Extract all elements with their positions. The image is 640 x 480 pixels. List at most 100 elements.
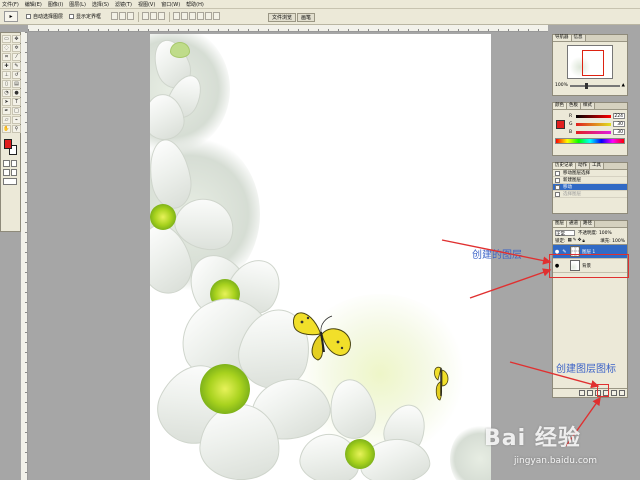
channel-value[interactable]: 224: [613, 113, 625, 119]
zoom-slider[interactable]: [569, 82, 620, 89]
horizontal-ruler[interactable]: [28, 25, 548, 32]
tab-color[interactable]: 颜色: [553, 103, 567, 109]
channel-slider[interactable]: [576, 130, 611, 134]
healing-brush-tool-icon[interactable]: ✚: [2, 62, 11, 70]
distribute-bottom-icon[interactable]: [189, 11, 197, 20]
full-screen-menu-icon[interactable]: [10, 169, 17, 176]
lock-image-icon[interactable]: ✎: [573, 238, 577, 243]
distribute-top-icon[interactable]: [173, 11, 181, 20]
checkbox-box[interactable]: [26, 14, 31, 19]
eraser-tool-icon[interactable]: ▯: [2, 80, 11, 88]
menu-view[interactable]: 视图(V): [138, 1, 155, 8]
history-item[interactable]: 选择图层: [553, 191, 627, 198]
distribute-hcenter-icon[interactable]: [205, 11, 213, 20]
tab-styles[interactable]: 样式: [581, 103, 595, 109]
auto-select-layer-checkbox[interactable]: 自动选择图层: [26, 13, 63, 20]
tab-actions[interactable]: 动作: [576, 163, 590, 169]
align-right-icon[interactable]: [158, 11, 166, 20]
history-item[interactable]: 新建图层: [553, 177, 627, 184]
distribute-left-icon[interactable]: [197, 11, 205, 20]
shape-tool-icon[interactable]: □: [12, 107, 21, 115]
channel-slider[interactable]: [576, 114, 611, 118]
notes-tool-icon[interactable]: ▱: [2, 116, 11, 124]
gradient-tool-icon[interactable]: ▤: [12, 80, 21, 88]
zoom-in-icon[interactable]: ▲: [622, 83, 625, 88]
pen-tool-icon[interactable]: ✒: [2, 107, 11, 115]
tab-channels[interactable]: 通道: [567, 221, 581, 227]
tab-swatches[interactable]: 色板: [567, 103, 581, 109]
show-bounds-checkbox[interactable]: 显示定界框: [69, 13, 101, 20]
tab-paths[interactable]: 路径: [581, 221, 595, 227]
magic-wand-tool-icon[interactable]: ✲: [12, 44, 21, 52]
distribute-right-icon[interactable]: [213, 11, 221, 20]
checkbox-box[interactable]: [69, 14, 75, 19]
align-bottom-icon[interactable]: [127, 11, 135, 20]
menu-layer[interactable]: 图层(L): [69, 1, 86, 8]
navigator-thumbnail[interactable]: [567, 45, 613, 79]
color-panel-swatch[interactable]: [556, 120, 565, 129]
menu-image[interactable]: 图像(I): [48, 1, 63, 8]
clone-stamp-tool-icon[interactable]: ⊥: [2, 71, 11, 79]
history-item-selected[interactable]: 移动: [553, 184, 627, 191]
lock-transparency-icon[interactable]: ▦: [568, 238, 572, 243]
menu-edit[interactable]: 编辑(E): [25, 1, 42, 8]
slice-tool-icon[interactable]: ⁄: [12, 53, 21, 61]
lasso-tool-icon[interactable]: ◌: [2, 44, 11, 52]
tab-brushes[interactable]: 画笔: [297, 13, 316, 22]
align-hcenter-icon[interactable]: [150, 11, 158, 20]
vertical-ruler[interactable]: [21, 32, 28, 480]
blur-tool-icon[interactable]: ◔: [2, 89, 11, 97]
blend-mode-select[interactable]: 正常: [555, 229, 575, 237]
opacity-field[interactable]: 不透明度: 100%: [578, 230, 612, 236]
zoom-knob[interactable]: [584, 82, 588, 89]
menu-filter[interactable]: 滤镜(T): [115, 1, 132, 8]
menu-select[interactable]: 选择(S): [92, 1, 109, 8]
standard-mode-icon[interactable]: [3, 160, 10, 167]
lock-position-icon[interactable]: ✥: [578, 238, 582, 243]
zoom-tool-icon[interactable]: ⚲: [12, 125, 21, 133]
new-layer-icon[interactable]: [611, 390, 617, 396]
foreground-color-swatch[interactable]: [4, 139, 12, 149]
view-box[interactable]: [582, 50, 604, 76]
standard-screen-icon[interactable]: [3, 169, 10, 176]
tab-history[interactable]: 历史记录: [553, 163, 576, 169]
menu-file[interactable]: 文件(F): [2, 1, 19, 8]
zoom-value[interactable]: 100%: [555, 83, 568, 88]
tab-navigator[interactable]: 导航器: [553, 35, 572, 41]
distribute-vcenter-icon[interactable]: [181, 11, 189, 20]
color-spectrum[interactable]: [555, 138, 625, 144]
align-vcenter-icon[interactable]: [119, 11, 127, 20]
tab-layers[interactable]: 图层: [553, 221, 567, 227]
channel-value[interactable]: 30: [613, 129, 625, 135]
align-left-icon[interactable]: [142, 11, 150, 20]
align-top-icon[interactable]: [111, 11, 119, 20]
fill-field[interactable]: 填充: 100%: [600, 238, 625, 244]
color-row-r: R 224: [567, 112, 627, 120]
tab-tools[interactable]: 工具: [590, 163, 604, 169]
eyedropper-tool-icon[interactable]: ⌁: [12, 116, 21, 124]
move-tool-icon[interactable]: ✥: [12, 35, 21, 43]
marquee-tool-icon[interactable]: ▭: [2, 35, 11, 43]
menu-window[interactable]: 窗口(W): [161, 1, 180, 8]
tab-info[interactable]: 信息: [571, 35, 586, 41]
history-item[interactable]: 移动图层选择: [553, 170, 627, 177]
path-selection-tool-icon[interactable]: ➤: [2, 98, 11, 106]
lock-all-icon[interactable]: 🔒︎: [582, 238, 584, 244]
hand-tool-icon[interactable]: ✋: [2, 125, 11, 133]
dodge-tool-icon[interactable]: ●: [12, 89, 21, 97]
layer-mask-icon[interactable]: [587, 390, 593, 396]
tab-file-browser[interactable]: 文件浏览: [268, 13, 297, 22]
move-tool-preset-icon[interactable]: ▸: [4, 11, 18, 22]
quick-mask-mode-icon[interactable]: [10, 160, 17, 167]
history-brush-tool-icon[interactable]: ↺: [12, 71, 21, 79]
jump-to-imageready-icon[interactable]: [3, 178, 17, 185]
type-tool-icon[interactable]: T: [12, 98, 21, 106]
document-canvas[interactable]: [150, 34, 491, 480]
brush-tool-icon[interactable]: ✎: [12, 62, 21, 70]
layer-style-icon[interactable]: [579, 390, 585, 396]
trash-icon[interactable]: [619, 390, 625, 396]
menu-help[interactable]: 帮助(H): [186, 1, 204, 8]
channel-slider[interactable]: [576, 122, 611, 126]
crop-tool-icon[interactable]: ⌗: [2, 53, 11, 61]
channel-value[interactable]: 30: [613, 121, 625, 127]
